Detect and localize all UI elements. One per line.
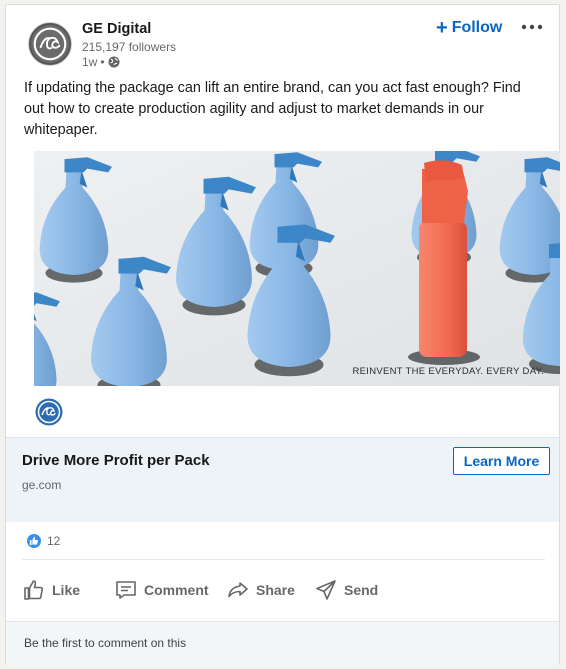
send-icon	[316, 580, 336, 600]
post-age: 1w	[82, 55, 98, 69]
comment-icon	[116, 581, 136, 599]
actions-divider	[22, 559, 545, 560]
post-meta: 1w •	[82, 55, 120, 69]
post-actions-bar: Like Comment Share Send	[22, 575, 394, 605]
reactions-summary[interactable]: 12	[26, 533, 60, 549]
share-button[interactable]: Share	[226, 575, 314, 605]
link-domain: ge.com	[22, 478, 62, 492]
post-card: GE Digital 215,197 followers 1w • + Foll…	[5, 4, 560, 666]
more-dots-icon[interactable]	[520, 19, 544, 35]
follow-label: Follow	[451, 19, 503, 36]
share-label: Share	[256, 582, 295, 598]
ge-monogram-logo-icon	[30, 24, 70, 64]
globe-icon	[108, 56, 120, 68]
send-label: Send	[344, 582, 379, 598]
like-label: Like	[52, 582, 81, 598]
link-title[interactable]: Drive More Profit per Pack	[22, 452, 210, 469]
like-button[interactable]: Like	[22, 575, 114, 605]
spray-bottles-illustration	[34, 151, 560, 386]
comments-section[interactable]: Be the first to comment on this	[6, 621, 559, 666]
link-source-logo	[35, 398, 63, 426]
thumbs-up-icon	[24, 580, 44, 600]
comment-label: Comment	[144, 582, 209, 598]
post-text: If updating the package can lift an enti…	[24, 80, 521, 138]
like-reaction-icon	[26, 533, 42, 549]
meta-separator: •	[100, 55, 105, 69]
follower-count: 215,197 followers	[82, 40, 177, 54]
company-logo[interactable]	[28, 22, 72, 66]
image-caption: REINVENT THE EVERYDAY. EVERY DAY.	[352, 366, 544, 377]
send-button[interactable]: Send	[314, 575, 394, 605]
ge-monogram-logo-icon	[35, 398, 63, 426]
post-header: GE Digital 215,197 followers 1w • + Foll…	[6, 5, 559, 75]
plus-icon: +	[436, 17, 448, 39]
company-name[interactable]: GE Digital	[82, 21, 151, 37]
post-image[interactable]: REINVENT THE EVERYDAY. EVERY DAY.	[34, 151, 560, 386]
share-icon	[228, 582, 248, 598]
comments-prompt: Be the first to comment on this	[24, 636, 187, 650]
learn-more-button[interactable]: Learn More	[453, 447, 550, 475]
reaction-count: 12	[47, 534, 61, 548]
follow-button[interactable]: + Follow	[436, 17, 503, 39]
comment-button[interactable]: Comment	[114, 575, 226, 605]
link-preview-card[interactable]: Drive More Profit per Pack ge.com Learn …	[6, 437, 559, 522]
